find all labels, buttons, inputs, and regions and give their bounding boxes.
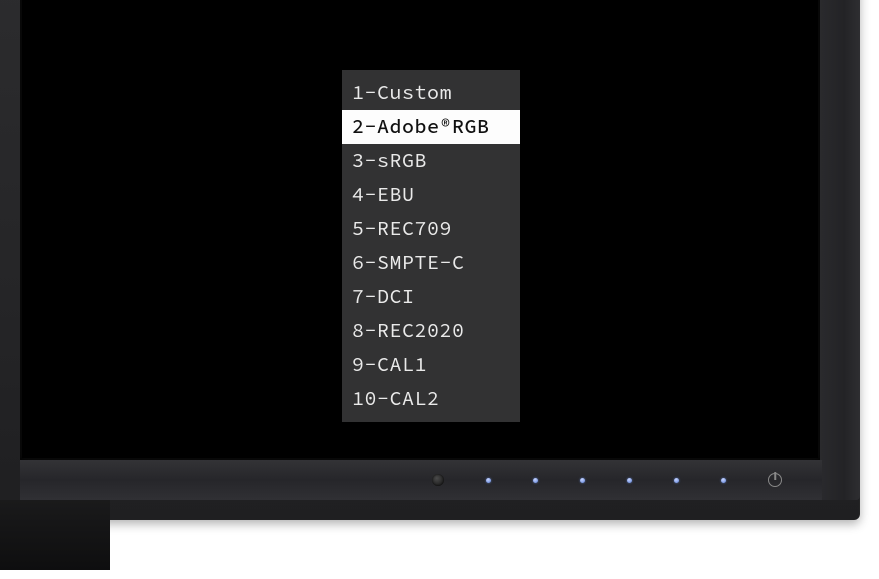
osd-item-smptec[interactable]: 6-SMPTE-C [342, 246, 520, 280]
osd-item-ebu[interactable]: 4-EBU [342, 178, 520, 212]
osd-color-mode-menu[interactable]: 1-Custom 2-Adobe®RGB 3-sRGB 4-EBU 5-REC7… [342, 70, 520, 422]
monitor-button-3[interactable] [580, 478, 585, 483]
power-icon[interactable] [768, 473, 782, 487]
monitor-button-5[interactable] [674, 478, 679, 483]
monitor-button-2[interactable] [533, 478, 538, 483]
osd-item-rec709[interactable]: 5-REC709 [342, 212, 520, 246]
monitor-stand [0, 500, 110, 570]
osd-item-adobergb[interactable]: 2-Adobe®RGB [342, 110, 520, 144]
monitor-button-4[interactable] [627, 478, 632, 483]
osd-item-dci[interactable]: 7-DCI [342, 280, 520, 314]
osd-item-cal1[interactable]: 9-CAL1 [342, 348, 520, 382]
osd-item-rec2020[interactable]: 8-REC2020 [342, 314, 520, 348]
monitor-button-1[interactable] [486, 478, 491, 483]
osd-item-custom[interactable]: 1-Custom [342, 76, 520, 110]
monitor: 1-Custom 2-Adobe®RGB 3-sRGB 4-EBU 5-REC7… [0, 0, 879, 570]
osd-item-cal2[interactable]: 10-CAL2 [342, 382, 520, 416]
osd-item-srgb[interactable]: 3-sRGB [342, 144, 520, 178]
monitor-button-6[interactable] [721, 478, 726, 483]
ambient-sensor-icon [432, 474, 444, 486]
bezel-right [820, 0, 860, 500]
bezel-bottom [20, 460, 822, 500]
screen: 1-Custom 2-Adobe®RGB 3-sRGB 4-EBU 5-REC7… [20, 0, 820, 460]
